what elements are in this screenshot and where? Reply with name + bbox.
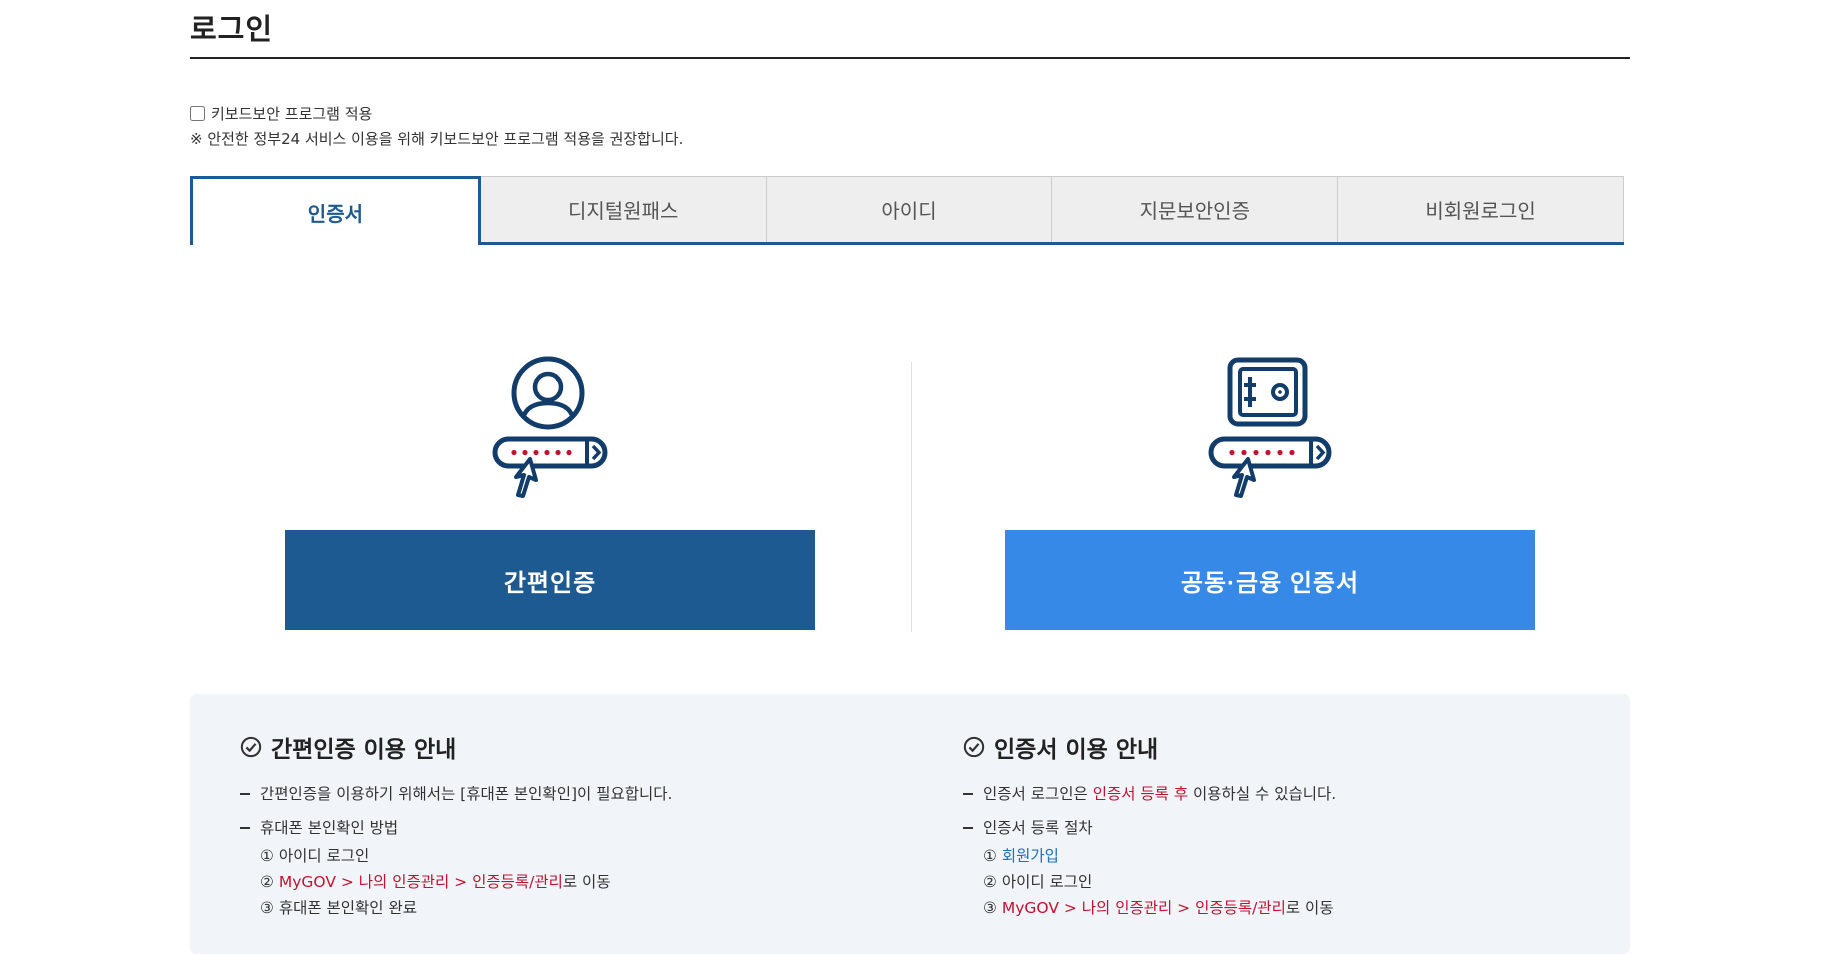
simple-auth-guide: 간편인증 이용 안내 간편인증을 이용하기 위해서는 [휴대폰 본인확인]이 필…: [240, 730, 672, 930]
guide-step-3: ③ MyGOV > 나의 인증관리 > 인증등록/관리로 이동: [983, 898, 1336, 918]
check-circle-icon: [963, 736, 985, 758]
list-item: 인증서 등록 절차: [963, 818, 1336, 838]
joint-cert-button[interactable]: 공동·금융 인증서: [1005, 530, 1535, 630]
cert-guide: 인증서 이용 안내 인증서 로그인은 인증서 등록 후 이용하실 수 있습니다.…: [963, 730, 1336, 930]
guide-text: 인증서 로그인은 인증서 등록 후 이용하실 수 있습니다.: [983, 784, 1336, 804]
column-divider: [911, 362, 912, 632]
tab-fingerprint[interactable]: 지문보안인증: [1052, 176, 1339, 242]
guide-step-2: ② 아이디 로그인: [983, 873, 1093, 891]
guide-text: 휴대폰 본인확인 방법: [260, 819, 399, 837]
cert-guide-title: 인증서 이용 안내: [963, 730, 1336, 764]
guide-text: 이용하실 수 있습니다.: [1188, 785, 1337, 803]
guide-step-1: ① 아이디 로그인: [260, 847, 370, 865]
user-password-icon: [492, 356, 608, 498]
keyboard-security-checkbox[interactable]: [190, 106, 205, 121]
keyboard-security-option[interactable]: 키보드보안 프로그램 적용: [190, 103, 372, 124]
dash-bullet-icon: [963, 793, 973, 795]
simple-auth-button[interactable]: 간편인증: [285, 530, 815, 630]
list-item: 휴대폰 본인확인 방법: [240, 818, 672, 838]
list-item: 간편인증을 이용하기 위해서는 [휴대폰 본인확인]이 필요합니다.: [240, 784, 672, 804]
step-number: ①: [983, 847, 1002, 865]
step-number: ③: [983, 899, 1002, 917]
cert-guide-heading: 인증서 이용 안내: [994, 737, 1159, 763]
guide-step-2: ② MyGOV > 나의 인증관리 > 인증등록/관리로 이동: [260, 872, 672, 892]
simple-auth-panel: 간편인증: [285, 355, 815, 630]
dash-bullet-icon: [240, 793, 250, 795]
guide-text: 인증서 등록 절차: [983, 819, 1093, 837]
tab-non-member[interactable]: 비회원로그인: [1338, 176, 1624, 242]
guide-text: 로 이동: [1285, 899, 1334, 917]
keyboard-security-notice: ※ 안전한 정부24 서비스 이용을 위해 키보드보안 프로그램 적용을 권장합…: [190, 130, 684, 148]
login-method-tabs: 인증서 디지털원패스 아이디 지문보안인증 비회원로그인: [190, 176, 1624, 245]
simple-auth-guide-title: 간편인증 이용 안내: [240, 730, 672, 764]
usage-guide-box: 간편인증 이용 안내 간편인증을 이용하기 위해서는 [휴대폰 본인확인]이 필…: [190, 694, 1630, 954]
guide-step-1: ① 회원가입: [983, 846, 1336, 866]
guide-step-3: ③ 휴대폰 본인확인 완료: [260, 899, 418, 917]
guide-text: 인증서 로그인은: [983, 785, 1093, 803]
mygov-path-link[interactable]: MyGOV > 나의 인증관리 > 인증등록/관리: [279, 873, 563, 891]
safe-password-icon: [1208, 357, 1332, 498]
tab-certificate[interactable]: 인증서: [190, 176, 481, 245]
signup-link[interactable]: 회원가입: [1002, 847, 1059, 865]
joint-cert-panel: 공동·금융 인증서: [1005, 355, 1535, 630]
simple-auth-guide-heading: 간편인증 이용 안내: [271, 737, 457, 763]
step-number: ②: [260, 873, 279, 891]
dash-bullet-icon: [963, 827, 973, 829]
list-item: 인증서 로그인은 인증서 등록 후 이용하실 수 있습니다.: [963, 784, 1336, 804]
mygov-path-link[interactable]: MyGOV > 나의 인증관리 > 인증등록/관리: [1002, 899, 1286, 917]
keyboard-security-label: 키보드보안 프로그램 적용: [211, 105, 373, 123]
tab-id[interactable]: 아이디: [766, 176, 1053, 242]
check-circle-icon: [240, 736, 262, 758]
dash-bullet-icon: [240, 827, 250, 829]
tab-digital-onepass[interactable]: 디지털원패스: [480, 176, 767, 242]
guide-text: 로 이동: [562, 873, 611, 891]
page-title: 로그인: [190, 12, 274, 46]
guide-text: 간편인증을 이용하기 위해서는 [휴대폰 본인확인]이 필요합니다.: [260, 785, 673, 803]
title-divider: [190, 57, 1630, 59]
highlight-text: 인증서 등록 후: [1092, 785, 1189, 803]
